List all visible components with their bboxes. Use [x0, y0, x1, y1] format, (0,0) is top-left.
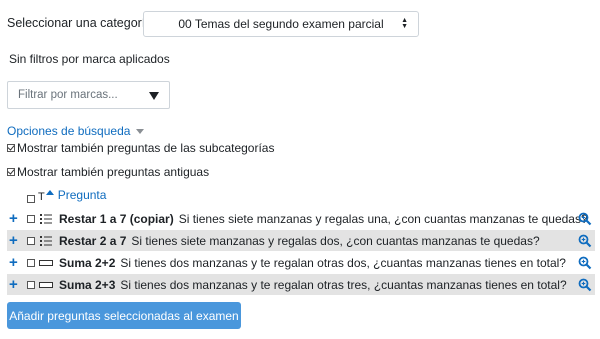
- dropdown-triangle-icon[interactable]: [149, 92, 159, 100]
- shortanswer-icon: [39, 279, 53, 291]
- preview-magnifier-icon[interactable]: [578, 256, 592, 270]
- select-all-checkbox[interactable]: [27, 195, 35, 203]
- no-filter-text: Sin filtros por marca aplicados: [9, 52, 170, 66]
- question-name: Suma 2+3: [59, 277, 116, 292]
- add-question-icon[interactable]: +: [9, 277, 21, 292]
- question-name: Suma 2+2: [59, 255, 116, 270]
- question-text: Si tienes siete manzanas y regalas una, …: [178, 211, 588, 226]
- question-row: + Restar 1 a 7 (copiar) Si tienes siete …: [7, 208, 595, 229]
- preview-magnifier-icon[interactable]: [578, 234, 592, 248]
- add-question-icon[interactable]: +: [9, 255, 21, 270]
- show-old-checkbox[interactable]: [7, 168, 15, 176]
- tag-filter-input[interactable]: Filtrar por marcas...: [7, 81, 170, 109]
- question-checkbox[interactable]: [27, 236, 35, 245]
- category-label: Seleccionar una categoría:: [7, 16, 156, 30]
- show-subcategories-option: Mostrar también preguntas de las subcate…: [7, 141, 274, 155]
- caret-down-icon: [136, 129, 145, 134]
- question-name: Restar 1 a 7 (copiar): [59, 211, 174, 226]
- search-options-label: Opciones de búsqueda: [7, 124, 131, 138]
- table-header: T Pregunta: [27, 187, 106, 203]
- type-column-header[interactable]: T: [38, 191, 45, 203]
- question-text: Si tienes dos manzanas y te regalan otra…: [120, 277, 567, 292]
- question-row: + Suma 2+3 Si tienes dos manzanas y te r…: [7, 274, 595, 295]
- question-text: Si tienes siete manzanas y regalas dos, …: [131, 233, 540, 248]
- question-text: Si tienes dos manzanas y te regalan otra…: [120, 255, 566, 270]
- add-question-icon[interactable]: +: [9, 211, 21, 226]
- add-question-icon[interactable]: +: [9, 233, 21, 248]
- category-select-value: 00 Temas del segundo examen parcial: [178, 17, 384, 31]
- preview-magnifier-icon[interactable]: [578, 212, 592, 226]
- show-old-option: Mostrar también preguntas antiguas: [7, 165, 209, 179]
- question-column-header[interactable]: Pregunta: [58, 188, 107, 202]
- add-selected-questions-button[interactable]: Añadir preguntas seleccionadas al examen: [7, 302, 241, 329]
- category-select[interactable]: 00 Temas del segundo examen parcial ▲ ▼: [143, 11, 419, 37]
- question-checkbox[interactable]: [27, 258, 35, 267]
- question-row: + Suma 2+2 Si tienes dos manzanas y te r…: [7, 252, 595, 273]
- question-checkbox[interactable]: [27, 214, 35, 223]
- show-old-label: Mostrar también preguntas antiguas: [17, 165, 210, 179]
- question-row: + Restar 2 a 7 Si tienes siete manzanas …: [7, 230, 595, 251]
- shortanswer-icon: [39, 257, 53, 269]
- search-options-toggle[interactable]: Opciones de búsqueda: [7, 124, 145, 138]
- multichoice-icon: [39, 235, 53, 247]
- tag-filter-placeholder: Filtrar por marcas...: [18, 89, 118, 101]
- question-name: Restar 2 a 7: [59, 233, 127, 248]
- preview-magnifier-icon[interactable]: [578, 278, 592, 292]
- show-subcategories-label: Mostrar también preguntas de las subcate…: [17, 141, 275, 155]
- select-arrows-icon: ▲ ▼: [401, 17, 408, 30]
- show-subcategories-checkbox[interactable]: [7, 144, 15, 152]
- multichoice-icon: [39, 213, 53, 225]
- sort-asc-icon: [45, 190, 54, 195]
- question-checkbox[interactable]: [27, 280, 35, 289]
